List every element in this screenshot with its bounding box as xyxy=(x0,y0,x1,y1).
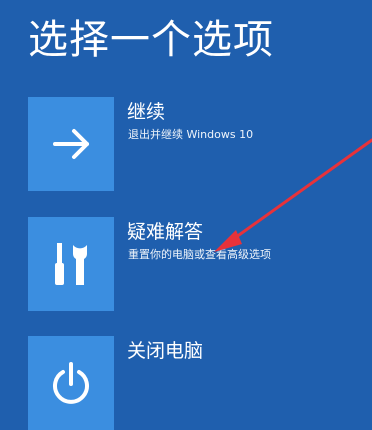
tools-icon xyxy=(55,243,87,285)
turn-off-tile[interactable] xyxy=(28,336,114,430)
recovery-screen: 选择一个选项 继续 退出并继续 Windows 10 疑难解答 重置你的电脑或查… xyxy=(0,0,372,430)
turn-off-title: 关闭电脑 xyxy=(127,340,204,362)
troubleshoot-option[interactable]: 疑难解答 重置你的电脑或查看高级选项 xyxy=(28,217,358,311)
continue-title: 继续 xyxy=(127,101,166,123)
troubleshoot-title: 疑难解答 xyxy=(127,221,204,243)
arrow-right-icon xyxy=(53,129,89,159)
page-title: 选择一个选项 xyxy=(28,17,274,63)
turn-off-option[interactable]: 关闭电脑 xyxy=(28,336,358,430)
troubleshoot-subtitle: 重置你的电脑或查看高级选项 xyxy=(128,248,271,261)
continue-subtitle: 退出并继续 Windows 10 xyxy=(128,128,254,141)
power-icon xyxy=(53,362,89,404)
troubleshoot-tile[interactable] xyxy=(28,217,114,311)
continue-tile[interactable] xyxy=(28,97,114,191)
continue-option[interactable]: 继续 退出并继续 Windows 10 xyxy=(28,97,358,191)
